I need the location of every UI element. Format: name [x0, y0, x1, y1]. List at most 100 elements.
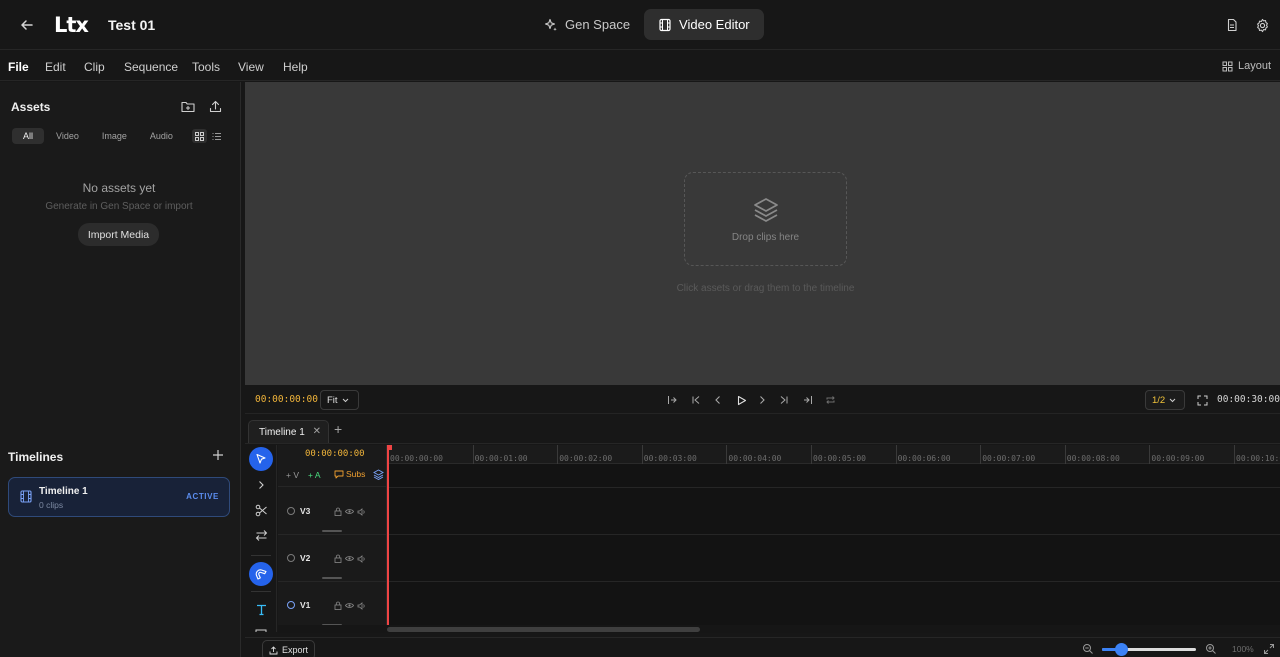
playhead-handle[interactable] [387, 445, 392, 450]
filter-video[interactable]: Video [45, 128, 90, 144]
track-resize-handle[interactable] [322, 530, 342, 532]
track-header-v3[interactable]: V3 [278, 488, 386, 535]
speaker-icon[interactable] [357, 507, 366, 516]
gen-space-tab[interactable]: Gen Space [530, 9, 644, 40]
app-logo[interactable]: Ltx [54, 14, 89, 36]
menu-clip[interactable]: Clip [84, 60, 105, 74]
fit-timeline-icon[interactable] [1263, 643, 1275, 655]
grid-view-icon[interactable] [192, 129, 207, 143]
duration-timecode: 00:00:30:00 [1217, 394, 1280, 405]
filter-audio[interactable]: Audio [139, 128, 184, 144]
add-subtitles-button[interactable]: Subs [334, 469, 365, 479]
magnet-snap-button[interactable] [249, 562, 273, 586]
zoom-slider-knob[interactable] [1114, 643, 1128, 656]
track-target-toggle[interactable] [287, 601, 295, 609]
eye-icon[interactable] [345, 554, 354, 563]
resolution-select[interactable]: 1/2 [1145, 390, 1185, 410]
fit-label: Fit [327, 394, 338, 406]
expand-tools-button[interactable] [249, 473, 273, 497]
menu-edit[interactable]: Edit [45, 60, 66, 74]
list-view-icon[interactable] [209, 129, 224, 143]
slip-tool-button[interactable] [249, 523, 273, 547]
preview-canvas[interactable]: Drop clips here Click assets or drag the… [245, 82, 1280, 385]
go-to-start-icon[interactable] [689, 393, 703, 407]
time-ruler[interactable]: 00:00:00:00 00:00:01:00 00:00:02:00 00:00:0… [387, 445, 1280, 464]
zoom-slider[interactable] [1102, 643, 1196, 656]
import-media-button[interactable]: Import Media [78, 223, 159, 246]
upload-icon[interactable] [207, 98, 223, 114]
play-icon[interactable] [734, 393, 748, 407]
lock-icon[interactable] [333, 554, 342, 563]
menu-tools[interactable]: Tools [192, 60, 220, 74]
text-tool-button[interactable] [249, 597, 273, 621]
mark-in-icon[interactable] [665, 393, 679, 407]
track-label: V3 [300, 506, 311, 516]
filter-all[interactable]: All [12, 128, 45, 144]
timeline-item-name: Timeline 1 [39, 486, 88, 497]
razor-tool-button[interactable] [249, 498, 273, 522]
add-video-track-button[interactable]: + V [286, 470, 299, 480]
timelines-title: Timelines [8, 450, 64, 464]
filter-image[interactable]: Image [91, 128, 138, 144]
layers-icon[interactable] [373, 469, 384, 480]
add-timeline-icon[interactable] [210, 447, 226, 463]
timeline-list-item[interactable]: Timeline 1 0 clips ACTIVE [8, 477, 230, 517]
settings-icon[interactable] [1252, 15, 1272, 35]
timeline-tools [245, 445, 277, 632]
step-back-icon[interactable] [711, 393, 725, 407]
chevron-right-icon [259, 481, 264, 489]
scroll-thumb[interactable] [387, 627, 700, 632]
add-audio-track-button[interactable]: + A [308, 470, 321, 480]
lock-icon[interactable] [333, 507, 342, 516]
empty-assets-title: No assets yet [82, 181, 156, 195]
track-resize-handle[interactable] [322, 577, 342, 579]
track-header-v2[interactable]: V2 [278, 535, 386, 582]
new-folder-icon[interactable] [180, 98, 196, 114]
eye-icon[interactable] [345, 507, 354, 516]
media-tool-button[interactable] [249, 623, 273, 632]
step-forward-icon[interactable] [755, 393, 769, 407]
eye-icon[interactable] [345, 601, 354, 610]
document-icon[interactable] [1222, 15, 1242, 35]
go-to-end-icon[interactable] [777, 393, 791, 407]
timeline-scrollbar[interactable] [278, 625, 1280, 633]
select-tool-button[interactable] [249, 447, 273, 471]
subs-lane[interactable] [387, 465, 1280, 488]
zoom-out-icon[interactable] [1082, 643, 1094, 655]
fullscreen-icon[interactable] [1195, 393, 1209, 407]
speaker-icon[interactable] [357, 554, 366, 563]
track-lane-v2[interactable] [387, 535, 1280, 582]
fit-select[interactable]: Fit [320, 390, 359, 410]
export-button[interactable]: Export [262, 640, 315, 657]
ruler-label: 00:00:05:00 [813, 454, 866, 463]
mode-switch: Gen Space Video Editor [530, 9, 764, 40]
timeline-tab[interactable]: Timeline 1 ✕ [248, 420, 329, 443]
menu-sequence[interactable]: Sequence [124, 60, 178, 74]
close-icon[interactable]: ✕ [313, 426, 321, 437]
mark-out-icon[interactable] [801, 393, 815, 407]
back-button[interactable] [16, 14, 38, 36]
menu-view[interactable]: View [238, 60, 264, 74]
track-target-toggle[interactable] [287, 507, 295, 515]
chevron-down-icon [1169, 398, 1176, 402]
drop-zone[interactable]: Drop clips here [684, 172, 847, 266]
timeline-area[interactable]: 00:00:00:00 00:00:01:00 00:00:02:00 00:00:0… [387, 445, 1280, 632]
menu-help[interactable]: Help [283, 60, 308, 74]
menu-file[interactable]: File [8, 60, 29, 74]
playhead[interactable] [387, 445, 392, 632]
zoom-in-icon[interactable] [1205, 643, 1217, 655]
ruler-tick [641, 445, 643, 464]
video-editor-tab[interactable]: Video Editor [644, 9, 764, 40]
film-icon [659, 18, 671, 31]
track-target-toggle[interactable] [287, 554, 295, 562]
track-lane-v3[interactable] [387, 488, 1280, 535]
lock-icon[interactable] [333, 601, 342, 610]
loop-icon[interactable] [823, 393, 837, 407]
add-tab-icon[interactable]: + [334, 422, 342, 436]
layout-button[interactable]: Layout [1222, 60, 1271, 72]
speaker-icon[interactable] [357, 601, 366, 610]
project-title[interactable]: Test 01 [108, 17, 155, 33]
track-header-v1[interactable]: V1 [278, 582, 386, 629]
magnet-icon [255, 568, 267, 580]
track-lane-v1[interactable] [387, 582, 1280, 629]
